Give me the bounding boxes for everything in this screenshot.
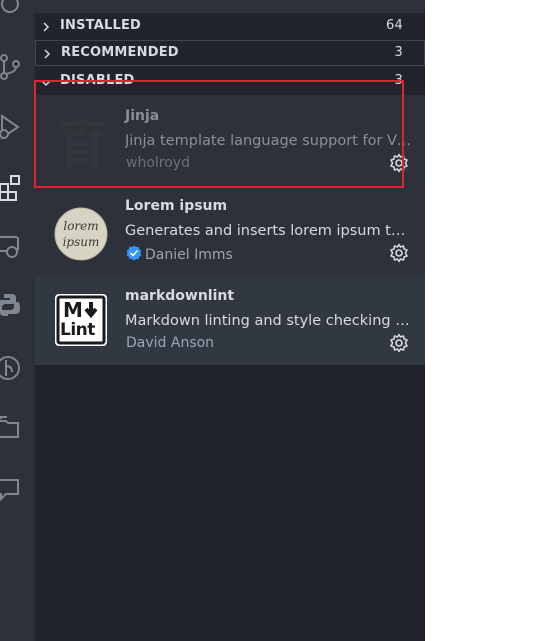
gear-icon[interactable] [389, 153, 409, 173]
extension-name: Lorem ipsum [125, 198, 228, 214]
markdownlint-icon-lint: Lint [60, 320, 95, 340]
extensions-sidebar: INSTALLED 64 RECOMMENDED 3 DISABLED 3 Ji… [35, 0, 425, 641]
gear-icon[interactable] [389, 333, 409, 353]
section-recommended-label: RECOMMENDED [61, 45, 179, 60]
lorem-icon-line-1: lorem [63, 219, 99, 233]
jinja-torii-icon [54, 115, 108, 169]
sidebar-header-strip [35, 0, 425, 13]
extension-item-markdownlint[interactable]: M Lint markdownlint Markdown linting and… [35, 275, 425, 365]
section-disabled[interactable]: DISABLED 3 [35, 68, 425, 94]
section-recommended-count: 3 [394, 45, 403, 60]
extension-description: Markdown linting and style checking for … [125, 313, 413, 329]
remote-explorer-icon[interactable] [0, 232, 22, 262]
gear-icon[interactable] [389, 243, 409, 263]
run-debug-icon[interactable] [0, 112, 22, 142]
chevron-down-icon [41, 80, 51, 87]
section-disabled-count: 3 [394, 73, 403, 88]
verified-badge-icon [126, 245, 142, 261]
extension-publisher: David Anson [126, 335, 215, 351]
lorem-icon-line-2: ipsum [62, 235, 100, 249]
section-disabled-label: DISABLED [60, 73, 135, 88]
extension-name: markdownlint [125, 288, 235, 304]
python-icon[interactable] [0, 290, 22, 320]
source-control-icon[interactable] [0, 52, 22, 82]
extension-item-jinja[interactable]: Jinja Jinja template language support fo… [35, 95, 425, 185]
section-installed-label: INSTALLED [60, 18, 142, 33]
comments-icon[interactable] [0, 474, 22, 504]
extension-publisher-row: Daniel Imms [126, 245, 233, 263]
chevron-right-icon [43, 22, 50, 32]
activity-bar [0, 0, 35, 641]
extension-publisher: Daniel Imms [145, 247, 233, 263]
section-installed-count: 64 [386, 18, 403, 33]
lorem-ipsum-icon: lorem ipsum [54, 207, 108, 261]
extension-item-lorem-ipsum[interactable]: lorem ipsum Lorem ipsum Generates and in… [35, 185, 425, 275]
lorem-icon-text: lorem ipsum [54, 218, 108, 250]
markdownlint-icon-m: M [63, 298, 83, 322]
markdownlint-icon: M Lint [54, 293, 108, 347]
extension-name: Jinja [125, 108, 160, 124]
section-installed[interactable]: INSTALLED 64 [35, 13, 425, 39]
git-graph-icon[interactable] [0, 352, 22, 382]
extensions-icon[interactable] [0, 172, 22, 202]
search-icon[interactable] [0, 0, 22, 22]
extension-description: Generates and inserts lorem ipsum text [125, 223, 413, 239]
folder-icon[interactable] [0, 413, 22, 443]
extension-publisher: wholroyd [126, 155, 190, 171]
extension-description: Jinja template language support for Visu… [125, 133, 413, 149]
chevron-right-icon [44, 49, 51, 59]
section-recommended[interactable]: RECOMMENDED 3 [35, 40, 425, 66]
